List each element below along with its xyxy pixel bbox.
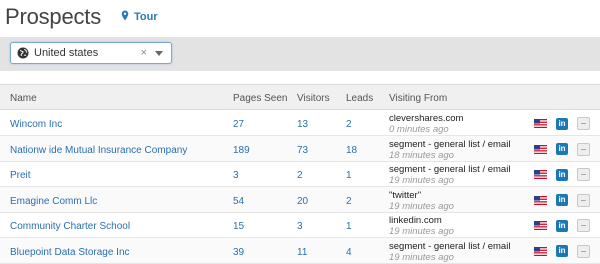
pages-seen-value[interactable]: 15 (233, 221, 244, 232)
visit-time-ago: 0 minutes ago (389, 124, 449, 135)
table-row[interactable]: Emagine Comm Llc 54 20 2 "twitter" 19 minutes… (0, 186, 600, 213)
pages-seen-value[interactable]: 54 (233, 196, 244, 207)
minus-icon[interactable] (577, 219, 590, 232)
column-header-leads[interactable]: Leads (346, 93, 373, 104)
column-header-visiting-from[interactable]: Visiting From (389, 93, 447, 104)
us-flag-icon[interactable] (534, 119, 547, 128)
leads-value[interactable]: 18 (346, 145, 357, 156)
prospect-name-link[interactable]: Emagine Comm Llc (10, 196, 97, 207)
us-flag-icon[interactable] (534, 195, 547, 205)
visit-time-ago: 18 minutes ago (389, 149, 454, 161)
visitors-value[interactable]: 3 (297, 221, 303, 232)
visitors-value[interactable]: 20 (297, 196, 308, 207)
visiting-from-cell: segment - general list / email 19 minutes… (389, 241, 510, 263)
country-select-value: United states (34, 47, 99, 59)
map-pin-icon (121, 10, 129, 24)
visit-source: clevershares.com (389, 113, 464, 124)
visiting-from-cell: segment - general list / email 19 minutes… (389, 164, 510, 186)
row-actions: in (534, 142, 590, 156)
visit-source: linkedin.com (389, 215, 442, 226)
linkedin-icon[interactable]: in (556, 245, 568, 257)
filter-bar: United states × (0, 37, 600, 71)
pages-seen-value[interactable]: 3 (233, 170, 239, 181)
row-actions: in (534, 168, 590, 181)
pages-seen-value[interactable]: 39 (233, 247, 244, 258)
visiting-from-cell: linkedin.com 19 minutes ago (389, 215, 454, 237)
visiting-from-cell: "twitter" 19 minutes ago (389, 190, 454, 212)
linkedin-icon[interactable]: in (556, 219, 568, 232)
leads-value[interactable]: 1 (346, 221, 352, 232)
tour-label: Tour (134, 11, 158, 23)
page-title: Prospects (5, 4, 102, 29)
leads-value[interactable]: 2 (346, 196, 352, 207)
prospect-name-link[interactable]: Preit (10, 170, 31, 181)
visiting-from-cell: clevershares.com 0 minutes ago (389, 113, 463, 135)
country-select[interactable]: United states × (10, 42, 172, 64)
us-flag-icon[interactable] (534, 246, 547, 256)
page-header: Prospects Tour (5, 2, 158, 32)
minus-icon[interactable] (577, 142, 590, 156)
globe-icon (17, 47, 29, 59)
table-row[interactable]: Nationw ide Mutual Insurance Company 189 7… (0, 135, 600, 162)
minus-icon[interactable] (577, 117, 590, 130)
visit-source: segment - general list / email (389, 240, 511, 252)
row-actions: in (534, 117, 590, 130)
table-row[interactable]: Community Charter School 15 3 1 linkedin.com… (0, 212, 600, 238)
visit-source: segment - general list / email (389, 164, 511, 175)
visit-time-ago: 19 minutes ago (389, 175, 454, 186)
pages-seen-value[interactable]: 27 (233, 119, 244, 130)
visit-time-ago: 19 minutes ago (389, 200, 454, 212)
visitors-value[interactable]: 13 (297, 119, 308, 130)
visit-time-ago: 19 minutes ago (389, 226, 454, 237)
visitors-value[interactable]: 11 (297, 247, 307, 258)
clear-selection-icon[interactable]: × (141, 47, 147, 59)
prospect-name-link[interactable]: Community Charter School (10, 221, 130, 232)
prospect-name-link[interactable]: Wincom Inc (10, 119, 62, 130)
leads-value[interactable]: 2 (346, 119, 352, 130)
us-flag-icon[interactable] (534, 170, 547, 179)
minus-icon[interactable] (577, 244, 590, 258)
prospect-name-link[interactable]: Bluepoint Data Storage Inc (10, 247, 130, 258)
column-header-visitors[interactable]: Visitors (297, 93, 330, 104)
table-row[interactable]: Bluepoint Data Storage Inc 39 11 4 segment -… (0, 237, 600, 264)
prospect-name-link[interactable]: Nationw ide Mutual Insurance Company (10, 145, 187, 156)
visitors-value[interactable]: 73 (297, 145, 308, 156)
row-actions: in (534, 193, 590, 207)
table-row[interactable]: Preit 3 2 1 segment - general list / email 19… (0, 161, 600, 187)
linkedin-icon[interactable]: in (556, 168, 568, 181)
prospects-table: Name Pages Seen Visitors Leads Visiting … (0, 84, 600, 264)
us-flag-icon[interactable] (534, 221, 547, 230)
visit-source: "twitter" (389, 189, 422, 201)
row-actions: in (534, 244, 590, 258)
linkedin-icon[interactable]: in (556, 117, 568, 130)
minus-icon[interactable] (577, 168, 590, 181)
tour-link[interactable]: Tour (121, 10, 158, 24)
pages-seen-value[interactable]: 189 (233, 145, 250, 156)
leads-value[interactable]: 4 (346, 247, 352, 258)
column-header-name[interactable]: Name (10, 93, 37, 104)
row-actions: in (534, 219, 590, 232)
chevron-down-icon[interactable] (155, 50, 163, 56)
linkedin-icon[interactable]: in (556, 143, 568, 155)
table-row[interactable]: Wincom Inc 27 13 2 clevershares.com 0 minutes… (0, 110, 600, 136)
linkedin-icon[interactable]: in (556, 194, 568, 206)
visit-source: segment - general list / email (389, 138, 511, 150)
column-header-pages-seen[interactable]: Pages Seen (233, 93, 288, 104)
visitors-value[interactable]: 2 (297, 170, 303, 181)
table-header: Name Pages Seen Visitors Leads Visiting … (0, 85, 600, 110)
visiting-from-cell: segment - general list / email 18 minutes… (389, 139, 510, 161)
us-flag-icon[interactable] (534, 144, 547, 154)
minus-icon[interactable] (577, 193, 590, 207)
leads-value[interactable]: 1 (346, 170, 352, 181)
